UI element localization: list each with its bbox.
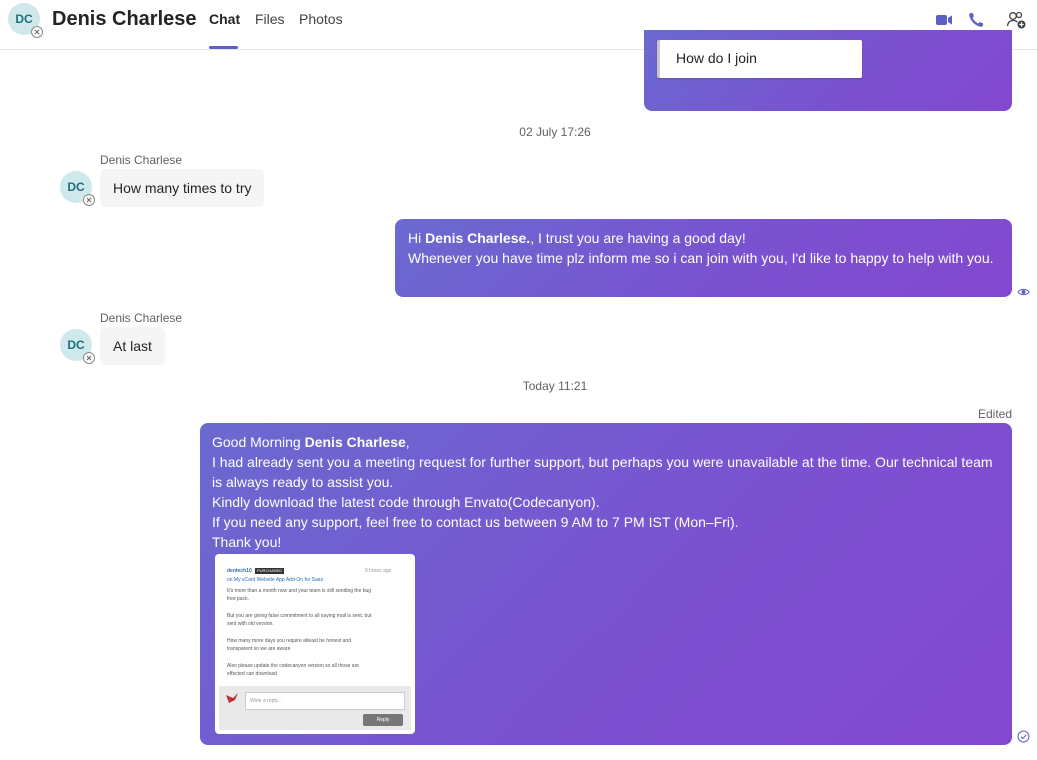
attachment-text: It's more than a month now and your team… bbox=[227, 588, 372, 594]
outgoing-message[interactable]: Hi Denis Charlese., I trust you are havi… bbox=[395, 219, 1012, 297]
message-line: I had already sent you a meeting request… bbox=[212, 454, 993, 470]
attachment-text: But you are giving false commitment to a… bbox=[227, 613, 372, 619]
offline-status-icon bbox=[83, 352, 95, 364]
edited-label: Edited bbox=[977, 407, 1012, 421]
attachment-item: on My vCard Website App Add-On for Saas bbox=[227, 577, 324, 583]
tab-photos[interactable]: Photos bbox=[299, 11, 343, 27]
message-line: is always ready to assist you. bbox=[212, 474, 394, 490]
attachment-text: How many more days you require atleast b… bbox=[227, 638, 351, 644]
message-line: If you need any support, feel free to co… bbox=[212, 514, 739, 530]
sender-avatar[interactable]: DC bbox=[60, 329, 95, 364]
message-text: At last bbox=[113, 338, 152, 354]
attachment-text: Also please update the codecanyon versio… bbox=[227, 663, 360, 669]
attachment-reply-area: Write a reply... Reply bbox=[219, 686, 411, 730]
add-people-icon[interactable] bbox=[1006, 10, 1026, 30]
attachment-text: sent with old version. bbox=[227, 621, 274, 627]
offline-status-icon bbox=[31, 26, 43, 38]
sender-avatar[interactable]: DC bbox=[60, 171, 95, 206]
attachment-reply-input: Write a reply... bbox=[245, 692, 405, 710]
avatar-initials: DC bbox=[67, 180, 85, 194]
quoted-reply[interactable]: How do I join bbox=[657, 40, 862, 78]
contact-avatar[interactable]: DC bbox=[8, 3, 43, 38]
video-call-icon[interactable] bbox=[934, 10, 954, 30]
mention-name: Denis Charlese bbox=[304, 434, 406, 450]
timestamp-divider: Today 11:21 bbox=[522, 379, 588, 393]
message-line: Good Morning Denis Charlese, bbox=[212, 434, 410, 450]
message-text: How many times to try bbox=[113, 180, 252, 196]
attachment-text: free pack. bbox=[227, 596, 249, 602]
sender-name: Denis Charlese bbox=[100, 153, 183, 167]
mention-name: Denis Charlese. bbox=[425, 230, 531, 246]
offline-status-icon bbox=[83, 194, 95, 206]
image-attachment[interactable]: dentech10 PURCHASED 9 hours ago on My vC… bbox=[215, 554, 415, 734]
incoming-message[interactable]: How many times to try bbox=[100, 169, 265, 207]
message-line: Hi Denis Charlese., I trust you are havi… bbox=[408, 230, 746, 246]
attachment-time: 9 hours ago bbox=[365, 568, 392, 574]
timestamp-divider: 02 July 17:26 bbox=[519, 125, 591, 139]
bird-logo-icon bbox=[226, 693, 238, 703]
message-line: Thank you! bbox=[212, 534, 282, 550]
message-line: Whenever you have time plz inform me so … bbox=[408, 250, 994, 266]
attachment-badge: PURCHASED bbox=[255, 568, 285, 574]
tab-files[interactable]: Files bbox=[255, 11, 285, 27]
attachment-text: transparent so we are aware bbox=[227, 646, 291, 652]
audio-call-icon[interactable] bbox=[966, 10, 986, 30]
attachment-author: dentech10 bbox=[227, 568, 252, 574]
quoted-reply-text: How do I join bbox=[676, 50, 757, 66]
seen-icon bbox=[1017, 284, 1030, 302]
message-line: Kindly download the latest code through … bbox=[212, 494, 600, 510]
sender-name: Denis Charlese bbox=[100, 311, 183, 325]
contact-name[interactable]: Denis Charlese bbox=[52, 8, 197, 31]
avatar-initials: DC bbox=[67, 338, 85, 352]
tab-chat[interactable]: Chat bbox=[209, 11, 240, 27]
active-tab-indicator bbox=[209, 46, 238, 49]
attachment-reply-button: Reply bbox=[363, 714, 403, 726]
incoming-message[interactable]: At last bbox=[100, 327, 165, 365]
avatar-initials: DC bbox=[15, 12, 33, 26]
attachment-text: effected can download bbox=[227, 671, 277, 677]
sent-check-icon bbox=[1017, 730, 1030, 748]
